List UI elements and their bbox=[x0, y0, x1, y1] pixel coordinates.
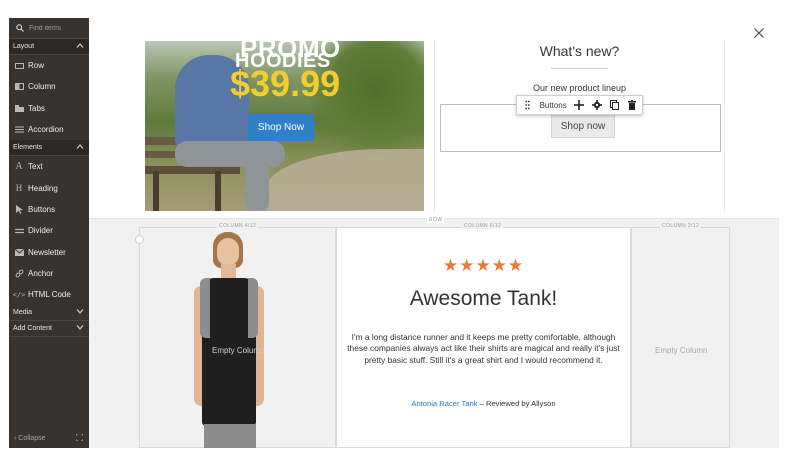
cursor-icon bbox=[14, 204, 24, 214]
column-left-label: COLUMN 4/12 bbox=[217, 223, 259, 229]
duplicate-icon[interactable] bbox=[609, 98, 620, 112]
chevron-left-icon: ‹ bbox=[14, 434, 17, 442]
sidebar-item-label: HTML Code bbox=[28, 290, 71, 300]
sidebar-item-text[interactable]: A Text bbox=[9, 156, 89, 177]
chevron-up-icon bbox=[76, 144, 84, 151]
collapse-label: Collapse bbox=[18, 434, 46, 442]
row-icon bbox=[14, 62, 24, 69]
whats-new-heading: What's new? bbox=[539, 43, 620, 59]
add-icon[interactable] bbox=[574, 98, 585, 112]
model-shin bbox=[245, 141, 269, 211]
column-right[interactable] bbox=[631, 227, 730, 448]
fullscreen-icon[interactable] bbox=[75, 433, 84, 443]
drag-handle-icon[interactable] bbox=[522, 98, 533, 112]
rating-stars: ★★★★★ bbox=[442, 256, 525, 275]
chevron-down-icon bbox=[76, 309, 84, 316]
sidebar-item-label: Newsletter bbox=[28, 247, 66, 257]
collapse-panel-button[interactable]: ‹ Collapse bbox=[9, 428, 89, 448]
sidebar-item-label: Text bbox=[28, 162, 43, 172]
whats-new-block[interactable]: What's new? Our new product lineup Shop … bbox=[434, 41, 725, 211]
code-icon: </> bbox=[12, 290, 26, 299]
section-elements[interactable]: Elements bbox=[9, 140, 89, 157]
shop-now-secondary-button[interactable]: Shop now bbox=[551, 114, 615, 138]
empty-column-placeholder: Empty Column bbox=[212, 346, 265, 355]
review-attribution: Antonia Racer Tank – Reviewed by Allyson bbox=[336, 399, 631, 408]
search-icon bbox=[15, 24, 25, 32]
reviewer-text: – Reviewed by Allyson bbox=[477, 399, 556, 408]
collapse-control: ‹ Collapse bbox=[14, 435, 46, 442]
sidebar-item-label: Anchor bbox=[28, 268, 54, 278]
sidebar-item-newsletter[interactable]: Newsletter bbox=[9, 241, 89, 262]
section-add-content-label: Add Content bbox=[13, 325, 52, 333]
sidebar-item-column[interactable]: Column bbox=[9, 76, 89, 97]
sidebar-item-label: Column bbox=[28, 82, 56, 92]
accordion-icon bbox=[14, 126, 24, 133]
text-icon: A bbox=[15, 161, 23, 173]
model-face bbox=[217, 238, 239, 266]
column-icon bbox=[14, 83, 24, 91]
heading-icon: H bbox=[15, 183, 23, 194]
search-bar bbox=[9, 18, 89, 39]
content-panel: Layout Row Column Tabs Accordion Element… bbox=[9, 18, 89, 448]
search-input[interactable] bbox=[29, 22, 85, 34]
chevron-down-icon bbox=[76, 325, 84, 332]
product-image bbox=[180, 232, 280, 448]
sidebar-item-label: Divider bbox=[28, 226, 53, 236]
close-icon[interactable] bbox=[752, 26, 766, 40]
sidebar-item-anchor[interactable]: Anchor bbox=[9, 263, 89, 284]
section-layout[interactable]: Layout bbox=[9, 39, 89, 55]
empty-column-placeholder: Empty Column bbox=[655, 346, 708, 355]
section-media[interactable]: Media bbox=[9, 305, 89, 322]
sidebar-item-accordion[interactable]: Accordion bbox=[9, 119, 89, 140]
sidebar-item-html-code[interactable]: </> HTML Code bbox=[9, 284, 89, 305]
tank-trim bbox=[200, 278, 210, 338]
column-right-label: COLUMN 2/12 bbox=[660, 223, 702, 229]
model-pants bbox=[204, 424, 256, 448]
section-add-content[interactable]: Add Content bbox=[9, 321, 89, 338]
page-builder-stage: Layout Row Column Tabs Accordion Element… bbox=[0, 0, 796, 462]
element-options-toolbar: Buttons bbox=[516, 95, 643, 115]
section-media-label: Media bbox=[13, 309, 33, 317]
toolbar-element-label: Buttons bbox=[539, 100, 567, 110]
envelope-icon bbox=[14, 248, 24, 256]
chevron-up-icon bbox=[76, 43, 84, 50]
trash-icon[interactable] bbox=[626, 98, 637, 112]
tabs-icon bbox=[14, 104, 24, 112]
sidebar-item-buttons[interactable]: Buttons bbox=[9, 199, 89, 220]
promo-banner[interactable]: PROMO HOODIES $39.99 Shop Now bbox=[145, 41, 424, 211]
review-text: I'm a long distance runner and it keeps … bbox=[347, 332, 620, 365]
section-layout-label: Layout bbox=[13, 43, 35, 50]
sidebar-item-label: Tabs bbox=[28, 103, 45, 113]
resize-handle[interactable] bbox=[135, 235, 144, 244]
heading-divider bbox=[551, 68, 608, 69]
shop-now-button[interactable]: Shop Now bbox=[248, 114, 314, 141]
sidebar-item-heading[interactable]: H Heading bbox=[9, 177, 89, 198]
divider-icon bbox=[14, 228, 24, 234]
sidebar-item-label: Heading bbox=[28, 183, 58, 193]
sidebar-item-tabs[interactable]: Tabs bbox=[9, 98, 89, 119]
product-heading: Awesome Tank! bbox=[409, 287, 558, 310]
sidebar-item-label: Buttons bbox=[28, 204, 56, 214]
product-link[interactable]: Antonia Racer Tank bbox=[411, 399, 477, 408]
link-icon bbox=[14, 269, 24, 278]
sidebar-item-label: Row bbox=[28, 61, 45, 71]
section-elements-label: Elements bbox=[13, 144, 43, 152]
sidebar-item-row[interactable]: Row bbox=[9, 55, 89, 76]
column-middle-label: COLUMN 6/12 bbox=[462, 223, 504, 229]
whats-new-subtitle: Our new product lineup bbox=[532, 83, 627, 93]
sidebar-item-divider[interactable]: Divider bbox=[9, 220, 89, 241]
tank-trim bbox=[248, 278, 258, 338]
banner-path bbox=[265, 149, 424, 211]
gear-icon[interactable] bbox=[591, 98, 602, 112]
promo-price: $39.99 bbox=[230, 63, 341, 104]
sidebar-item-label: Accordion bbox=[28, 125, 64, 135]
row-label: ROW bbox=[427, 217, 445, 223]
